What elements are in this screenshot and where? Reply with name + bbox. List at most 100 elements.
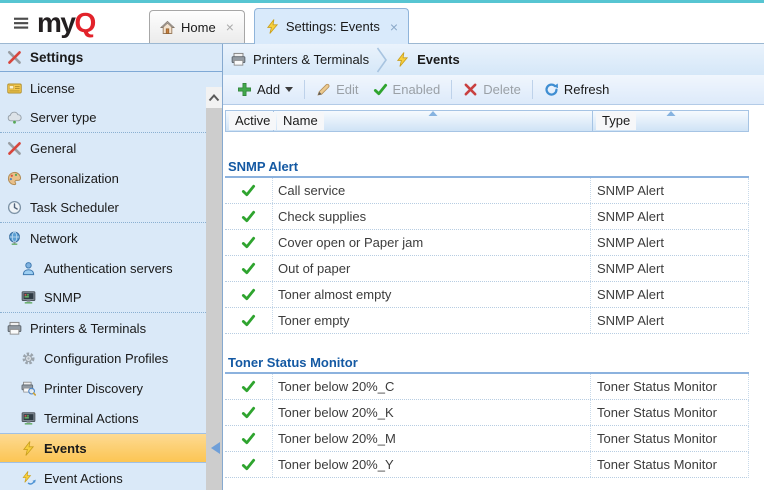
group-header-snmp-alert: SNMP Alert (225, 158, 749, 178)
printer-icon (7, 321, 22, 336)
plus-icon (237, 82, 252, 97)
active-cell (225, 282, 273, 307)
edit-button[interactable]: Edit (309, 80, 365, 99)
tab-settings-events-label: Settings: Events (286, 19, 380, 34)
sidebar-item-authentication-servers[interactable]: Authentication servers (0, 253, 206, 283)
event-type-cell: SNMP Alert (591, 282, 748, 307)
event-name-text: Toner below 20%_K (278, 405, 394, 420)
tab-home[interactable]: Home × (149, 10, 245, 43)
table-row[interactable]: Check supplies SNMP Alert (225, 204, 749, 230)
tab-home-close-icon[interactable]: × (226, 20, 234, 34)
event-type-cell: Toner Status Monitor (591, 374, 748, 399)
sidebar-header-settings: Settings (0, 44, 222, 72)
table-row[interactable]: Toner below 20%_M Toner Status Monitor (225, 426, 749, 452)
add-button[interactable]: Add (230, 80, 300, 99)
sidebar-item-configuration-profiles[interactable]: Configuration Profiles (0, 343, 206, 373)
table-row[interactable]: Toner empty SNMP Alert (225, 308, 749, 334)
active-cell (225, 178, 273, 203)
printer-icon (231, 52, 246, 67)
event-type-cell: Toner Status Monitor (591, 426, 748, 451)
tab-settings-events[interactable]: Settings: Events × (254, 8, 409, 44)
event-name-text: Check supplies (278, 209, 366, 224)
sidebar-item-label: SNMP (44, 290, 82, 305)
sidebar-header-label: Settings (30, 50, 83, 65)
top-bar: myQ Home × Settings: Events × (0, 3, 764, 44)
sidebar-item-snmp[interactable]: SNMP (0, 283, 206, 313)
table-row[interactable]: Call service SNMP Alert (225, 178, 749, 204)
sidebar-item-license[interactable]: License (0, 73, 206, 103)
logo-my-text: my (37, 7, 74, 38)
delete-button-label: Delete (483, 82, 521, 97)
active-check-icon (241, 261, 256, 276)
scroll-up-button[interactable] (206, 87, 222, 108)
chevron-up-icon (208, 94, 220, 102)
tools-icon (7, 50, 22, 65)
scrollbar-thumb[interactable] (206, 108, 222, 490)
table-row[interactable]: Out of paper SNMP Alert (225, 256, 749, 282)
sidebar-item-event-actions[interactable]: Event Actions (0, 463, 206, 491)
sidebar-item-terminal-actions[interactable]: Terminal Actions (0, 403, 206, 433)
table-row[interactable]: Toner below 20%_K Toner Status Monitor (225, 400, 749, 426)
sidebar-item-events[interactable]: Events (0, 433, 206, 463)
active-check-icon (241, 405, 256, 420)
event-type-cell: Toner Status Monitor (591, 400, 748, 425)
column-header-type[interactable]: Type (593, 111, 748, 131)
event-type-cell: SNMP Alert (591, 230, 748, 255)
event-name-text: Toner below 20%_C (278, 379, 394, 394)
event-type-text: Toner Status Monitor (597, 431, 717, 446)
sidebar-item-general[interactable]: General (0, 133, 206, 163)
menu-icon[interactable] (14, 16, 29, 31)
delete-button[interactable]: Delete (456, 80, 528, 99)
table-row[interactable]: Toner below 20%_C Toner Status Monitor (225, 374, 749, 400)
body-row: Settings License (0, 44, 764, 490)
active-check-icon (241, 287, 256, 302)
active-cell (225, 204, 273, 229)
table-row[interactable]: Cover open or Paper jam SNMP Alert (225, 230, 749, 256)
active-check-icon (241, 209, 256, 224)
breadcrumb-parent[interactable]: Printers & Terminals (231, 52, 369, 67)
column-header-name[interactable]: Name (274, 111, 593, 131)
sidebar-item-network[interactable]: Network (0, 223, 206, 253)
sidebar-item-printer-discovery[interactable]: Printer Discovery (0, 373, 206, 403)
edit-button-label: Edit (336, 82, 358, 97)
event-type-text: SNMP Alert (597, 313, 664, 328)
event-name-cell: Toner below 20%_C (273, 374, 591, 399)
sidebar-scrollbar[interactable] (206, 87, 222, 490)
server-type-icon (7, 110, 22, 125)
brand-area: myQ (0, 9, 95, 37)
user-icon (21, 261, 36, 276)
event-name-cell: Out of paper (273, 256, 591, 281)
active-cell (225, 426, 273, 451)
sidebar-item-printers-terminals[interactable]: Printers & Terminals (0, 313, 206, 343)
clock-icon (7, 200, 22, 215)
tab-bar: Home × Settings: Events × (149, 8, 409, 43)
event-type-cell: SNMP Alert (591, 178, 748, 203)
grid-header: Active Name Type (225, 110, 749, 132)
event-type-text: Toner Status Monitor (597, 457, 717, 472)
active-check-icon (241, 431, 256, 446)
event-name-cell: Toner below 20%_K (273, 400, 591, 425)
settings-sidebar: Settings License (0, 44, 222, 490)
event-name-cell: Toner empty (273, 308, 591, 333)
event-type-text: SNMP Alert (597, 261, 664, 276)
event-name-text: Call service (278, 183, 345, 198)
sidebar-item-label: Printer Discovery (44, 381, 143, 396)
table-row[interactable]: Toner almost empty SNMP Alert (225, 282, 749, 308)
tools-icon (7, 141, 22, 156)
active-check-icon (241, 235, 256, 250)
table-row[interactable]: Toner below 20%_Y Toner Status Monitor (225, 452, 749, 478)
refresh-button[interactable]: Refresh (537, 80, 617, 99)
sidebar-item-task-scheduler[interactable]: Task Scheduler (0, 193, 206, 223)
sidebar-item-personalization[interactable]: Personalization (0, 163, 206, 193)
column-header-active[interactable]: Active (226, 111, 274, 131)
sidebar-item-label: Event Actions (44, 471, 123, 486)
tab-settings-events-close-icon[interactable]: × (390, 20, 398, 34)
column-header-label: Type (596, 112, 636, 130)
event-name-cell: Cover open or Paper jam (273, 230, 591, 255)
myq-logo: myQ (37, 9, 95, 37)
enabled-button[interactable]: Enabled (366, 80, 448, 99)
tab-home-label: Home (181, 20, 216, 35)
toolbar-separator (451, 80, 452, 99)
caret-down-icon (285, 87, 293, 92)
sidebar-item-server-type[interactable]: Server type (0, 103, 206, 133)
